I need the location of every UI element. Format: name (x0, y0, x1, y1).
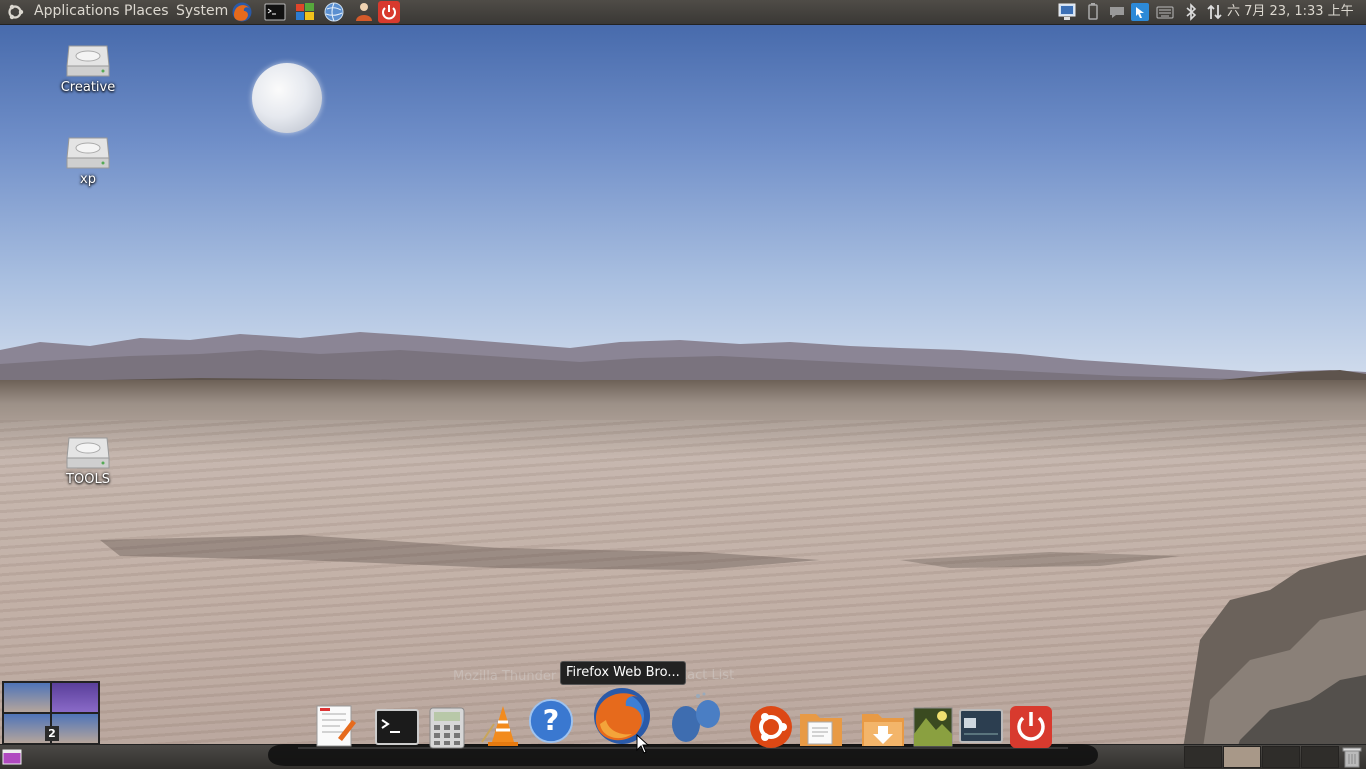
svg-text:?: ? (543, 704, 560, 738)
chat-icon[interactable] (1108, 3, 1126, 21)
battery-icon[interactable] (1084, 3, 1102, 21)
firefox-icon[interactable] (231, 1, 253, 23)
desktop-icon-creative[interactable]: Creative (48, 42, 128, 95)
mouse-cursor-icon (636, 734, 650, 754)
workspace-window-count: 2 (45, 726, 59, 741)
workspace-switcher: 2 (2, 681, 100, 745)
pidgin-icon[interactable] (668, 690, 724, 746)
workspace-3[interactable] (4, 714, 50, 743)
chrome-app-icon[interactable] (1131, 3, 1149, 21)
dock-label-thunderbird: Mozilla Thunder (453, 669, 557, 684)
hard-drive-icon (66, 437, 110, 469)
dock-tooltip: Firefox Web Bro... (560, 661, 686, 685)
ubuntu-software-icon[interactable] (748, 704, 794, 750)
desktop-wallpaper (0, 0, 1366, 768)
places-menu[interactable]: Places (124, 0, 169, 24)
desktop-icon-tools[interactable]: TOOLS (48, 434, 128, 487)
workspace-cell[interactable] (1301, 746, 1339, 768)
user-switch-icon[interactable] (353, 1, 375, 23)
dock-label-contact-list: tact List (682, 668, 735, 683)
hard-drive-icon (66, 137, 110, 169)
shutdown-icon[interactable] (1008, 704, 1054, 750)
terminal-icon[interactable] (374, 704, 420, 750)
workspace-2[interactable] (52, 683, 98, 712)
power-icon[interactable] (378, 1, 400, 23)
monitor-icon[interactable] (1058, 3, 1076, 21)
desktop-icon-label: Creative (60, 80, 116, 95)
vlc-icon[interactable] (480, 702, 526, 748)
downloads-folder-icon[interactable] (860, 704, 906, 750)
window-list (1184, 746, 1340, 768)
system-menu[interactable]: System (176, 0, 228, 24)
help-icon[interactable]: ? (528, 698, 574, 744)
image-viewer-icon[interactable] (910, 704, 956, 750)
clock[interactable]: 六 7月 23, 1:33 上午 (1227, 0, 1354, 24)
system-monitor-icon[interactable] (958, 704, 1004, 750)
hard-drive-icon (66, 45, 110, 77)
applications-menu[interactable]: Applications (34, 0, 120, 24)
text-editor-icon[interactable] (312, 702, 358, 748)
network-updown-icon[interactable] (1206, 3, 1224, 21)
bluetooth-icon[interactable] (1182, 3, 1200, 21)
workspace-1[interactable] (4, 683, 50, 712)
windows-flag-icon[interactable] (294, 1, 316, 23)
network-globe-icon[interactable] (323, 1, 345, 23)
terminal-icon[interactable] (264, 1, 286, 23)
foreground-rocks (100, 535, 1366, 768)
desktop-icon-label: TOOLS (66, 472, 110, 487)
top-panel: Applications Places System 六 7月 23, 1:33… (0, 0, 1366, 25)
documents-folder-icon[interactable] (798, 704, 844, 750)
calculator-icon[interactable] (424, 704, 470, 750)
workspace-cell[interactable] (1223, 746, 1261, 768)
workspace-cell[interactable] (1184, 746, 1222, 768)
workspace-cell[interactable] (1262, 746, 1300, 768)
ubuntu-logo-icon[interactable] (6, 3, 24, 21)
desktop-icon-xp[interactable]: xp (48, 134, 128, 187)
show-desktop-icon[interactable] (2, 749, 22, 765)
trash-icon[interactable] (1342, 746, 1362, 768)
keyboard-icon[interactable] (1156, 3, 1174, 21)
desktop-icon-label: xp (80, 172, 96, 187)
